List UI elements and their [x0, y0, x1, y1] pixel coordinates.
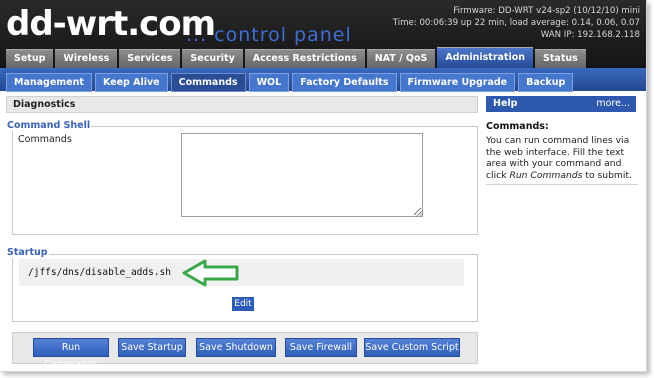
commands-textarea[interactable] — [181, 133, 423, 217]
subtab-backup[interactable]: Backup — [518, 73, 574, 92]
tab-access-restrictions[interactable]: Access Restrictions — [244, 49, 365, 68]
subtab-firmware-upgrade[interactable]: Firmware Upgrade — [399, 73, 516, 92]
help-subtitle: Commands: — [486, 121, 549, 132]
tab-security[interactable]: Security — [182, 49, 243, 68]
annotation-arrow-icon — [182, 259, 239, 287]
subtab-commands[interactable]: Commands — [170, 73, 246, 92]
page: dd-wrt.com ... control panel Firmware: D… — [0, 0, 647, 372]
help-divider — [486, 184, 638, 185]
startup-legend: Startup — [6, 247, 49, 258]
subtab-factory-defaults[interactable]: Factory Defaults — [292, 73, 397, 92]
main-tabs: Setup Wireless Services Security Access Rest… — [6, 47, 588, 68]
help-title: Help — [493, 98, 518, 109]
help-text: You can run command lines via the web in… — [486, 135, 638, 181]
uptime-load: Time: 00:06:39 up 22 min, load average: … — [392, 18, 640, 28]
save-startup-button[interactable]: Save Startup — [118, 338, 186, 357]
section-title: Diagnostics — [6, 96, 478, 113]
firmware-info: Firmware: DD-WRT v24-sp2 (10/12/10) mini… — [393, 5, 640, 41]
commands-label: Commands — [18, 134, 72, 145]
resize-grip-icon[interactable] — [416, 210, 423, 217]
wan-ip: WAN IP: 192.168.2.118 — [540, 30, 640, 40]
tab-setup[interactable]: Setup — [6, 49, 54, 68]
tab-services[interactable]: Services — [119, 49, 181, 68]
edit-button[interactable]: Edit — [232, 297, 254, 311]
header: dd-wrt.com ... control panel Firmware: D… — [0, 0, 646, 68]
control-panel-tagline: ... control panel — [186, 24, 352, 46]
help-section: Commands: You can run command lines via … — [486, 121, 640, 181]
save-custom-script-button[interactable]: Save Custom Script — [364, 338, 460, 357]
help-header: Help more... — [486, 96, 636, 112]
tab-wireless[interactable]: Wireless — [55, 49, 118, 68]
tab-nat-qos[interactable]: NAT / QoS — [366, 49, 436, 68]
help-text-run-commands: Run Commands — [509, 169, 583, 181]
subtab-keep-alive[interactable]: Keep Alive — [94, 73, 168, 92]
tab-administration[interactable]: Administration — [437, 47, 534, 68]
subtab-wol[interactable]: WOL — [248, 73, 290, 92]
startup-script-text: /jffs/dns/disable_adds.sh — [28, 267, 171, 278]
subtab-management[interactable]: Management — [6, 73, 92, 92]
logo: dd-wrt.com — [6, 4, 216, 44]
run-commands-button[interactable]: Run Commands — [33, 338, 109, 370]
tab-status[interactable]: Status — [535, 49, 586, 68]
help-text-part2: to submit. — [582, 169, 632, 181]
firmware-version: Firmware: DD-WRT v24-sp2 (10/12/10) mini — [453, 6, 640, 16]
command-shell-legend: Command Shell — [6, 120, 92, 131]
help-more-link[interactable]: more... — [596, 96, 630, 112]
save-firewall-button[interactable]: Save Firewall — [285, 338, 357, 357]
sub-tabs: Management Keep Alive Commands WOL Factory D… — [6, 70, 576, 92]
save-shutdown-button[interactable]: Save Shutdown — [196, 338, 276, 357]
